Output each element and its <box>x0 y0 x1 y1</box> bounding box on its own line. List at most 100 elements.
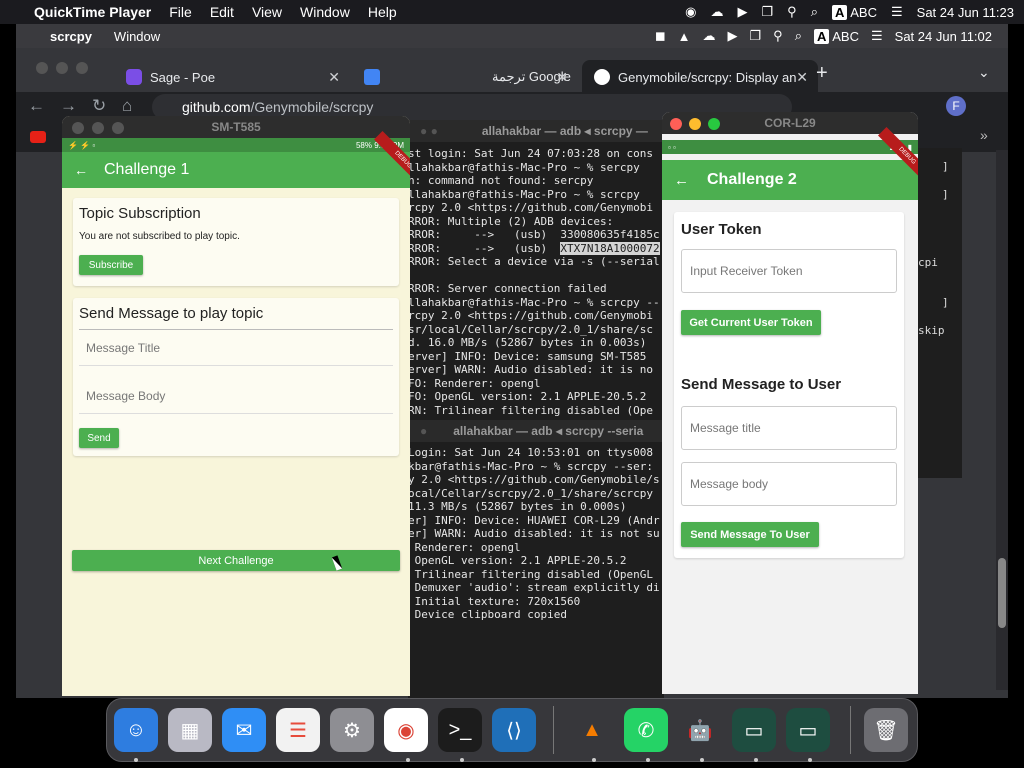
dock-divider <box>850 706 851 754</box>
card-title: Send Message to User <box>681 376 842 393</box>
menu-help[interactable]: Help <box>368 4 397 20</box>
launchpad-icon[interactable]: ▦ <box>168 708 212 752</box>
terminal-line: h: command not found: sercpy <box>408 174 594 187</box>
stop-icon[interactable]: ◼ <box>655 28 666 44</box>
android-status-bar: ▫ ▫▲ ◉ ▮ <box>662 140 918 154</box>
android-studio-icon[interactable]: 🤖 <box>678 708 722 752</box>
page-scrollbar[interactable] <box>996 150 1008 690</box>
terminal-text: ] <box>942 160 949 173</box>
tab-google-translate[interactable]: ترجمة Google ✕ <box>352 60 578 94</box>
back-icon[interactable]: ← <box>28 96 45 116</box>
play-icon[interactable]: ▶ <box>728 28 738 44</box>
vscode-icon[interactable]: ⟨⟩ <box>492 708 536 752</box>
play-icon[interactable]: ▶ <box>738 4 748 20</box>
cloud-icon[interactable]: ☁ <box>703 28 716 44</box>
whatsapp-icon[interactable]: ✆ <box>624 708 668 752</box>
window-zoom-button[interactable] <box>112 122 124 134</box>
send-message-card: Send Message to play topic Message Title… <box>73 298 399 456</box>
scrcpy-icon[interactable]: ▭ <box>732 708 776 752</box>
network-icon[interactable]: ⚲ <box>787 4 797 20</box>
home-icon[interactable]: ⌂ <box>122 96 132 116</box>
search-icon[interactable]: ⌕ <box>795 28 802 44</box>
terminal-line: RROR: Select a device via -s (--serial <box>408 255 660 268</box>
window-close-button[interactable] <box>670 118 682 130</box>
macos-menubar: QuickTime Player File Edit View Window H… <box>0 0 1024 24</box>
terminal-line: Demuxer 'audio': stream explicitly di <box>408 581 660 594</box>
menu-file[interactable]: File <box>169 4 192 20</box>
vlc-icon[interactable]: ▲ <box>570 708 614 752</box>
message-title-input[interactable]: Message Title <box>79 330 393 366</box>
reload-icon[interactable]: ↻ <box>92 96 106 116</box>
scrcpy-icon[interactable]: ▭ <box>786 708 830 752</box>
tab-sage-poe[interactable]: Sage - Poe ✕ <box>114 60 350 94</box>
youtube-icon[interactable] <box>30 131 46 143</box>
menu-window[interactable]: Window <box>114 29 160 44</box>
close-icon[interactable]: ✕ <box>556 69 568 86</box>
terminal-line: ocal/Cellar/scrcpy/2.0_1/share/scrcpy <box>408 486 654 500</box>
back-arrow-icon[interactable]: ← <box>74 162 88 178</box>
tab-label: Sage - Poe <box>150 69 216 85</box>
translate-icon <box>364 69 380 85</box>
menu-window[interactable]: Window <box>300 4 350 20</box>
dock-running-indicator <box>134 758 138 762</box>
system-settings-icon[interactable]: ⚙ <box>330 708 374 752</box>
window-minimize-button[interactable] <box>689 118 701 130</box>
clock[interactable]: Sat 24 Jun 11:23 <box>917 5 1014 20</box>
menubar-app-name[interactable]: scrcpy <box>50 29 92 44</box>
menubar-app-name[interactable]: QuickTime Player <box>34 4 151 20</box>
back-arrow-icon[interactable]: ← <box>674 172 689 189</box>
new-tab-button[interactable]: + <box>816 62 828 85</box>
trash-icon[interactable]: 🗑 <box>864 708 908 752</box>
receiver-token-input[interactable]: Input Receiver Token <box>681 249 897 293</box>
github-icon <box>594 69 610 85</box>
menubar-status-area: ◉ ☁ ▶ ❐ ⚲ ⌕ A ABC ☰ Sat 24 Jun 11:23 <box>685 0 1014 24</box>
tab-strip: Sage - Poe ✕ ترجمة Google ✕ Genymobile/s… <box>16 52 1008 94</box>
card-title: Topic Subscription <box>79 205 201 222</box>
message-body-input[interactable]: Message Body <box>79 378 393 414</box>
window-minimize-button[interactable] <box>92 122 104 134</box>
next-challenge-button[interactable]: Next Challenge <box>72 550 400 571</box>
menu-edit[interactable]: Edit <box>210 4 234 20</box>
tab-github-scrcpy[interactable]: Genymobile/scrcpy: Display an ✕ <box>582 60 818 94</box>
control-center-icon[interactable]: ☰ <box>891 4 903 20</box>
finder-icon[interactable]: ☺ <box>114 708 158 752</box>
input-source-icon[interactable]: A ABC <box>831 4 877 20</box>
reminders-icon[interactable]: ☰ <box>276 708 320 752</box>
terminal-line: d. 16.0 MB/s (52867 bytes in 0.003s) <box>408 336 647 349</box>
window-zoom-button[interactable] <box>708 118 720 130</box>
send-button[interactable]: Send <box>79 428 119 448</box>
terminal-titlebar-1: ● ● allahakbar — adb ◂ scrcpy — <box>408 120 664 142</box>
tab-search-icon[interactable]: ⌄ <box>978 64 990 81</box>
record-icon[interactable]: ◉ <box>685 4 696 20</box>
clock[interactable]: Sat 24 Jun 11:02 <box>895 29 992 44</box>
terminal-line: Initial texture: 720x1560 <box>408 594 581 608</box>
send-message-to-user-button[interactable]: Send Message To User <box>681 522 819 547</box>
chrome-icon[interactable]: ◉ <box>384 708 428 752</box>
screens-icon[interactable]: ❐ <box>750 28 762 44</box>
subscribe-button[interactable]: Subscribe <box>79 255 143 275</box>
search-icon[interactable]: ⌕ <box>811 4 818 20</box>
more-bookmarks-icon[interactable]: » <box>980 127 988 143</box>
mail-icon[interactable]: ✉ <box>222 708 266 752</box>
screens-icon[interactable]: ❐ <box>762 4 774 20</box>
cloud-icon[interactable]: ☁ <box>711 4 724 20</box>
get-current-user-token-button[interactable]: Get Current User Token <box>681 310 821 335</box>
message-body-input[interactable]: Message body <box>681 462 897 506</box>
terminal-line: Trilinear filtering disabled (OpenGL <box>408 567 654 581</box>
terminal-line: Device clipboard copied <box>408 608 567 621</box>
close-icon[interactable]: ✕ <box>796 69 808 86</box>
terminal-icon[interactable]: >_ <box>438 708 482 752</box>
window-close-button[interactable] <box>72 122 84 134</box>
control-center-icon[interactable]: ☰ <box>871 28 883 44</box>
app-bar: ← Challenge 1 <box>62 152 410 188</box>
close-icon[interactable]: ✕ <box>328 69 340 86</box>
menu-view[interactable]: View <box>252 4 282 20</box>
forward-icon[interactable]: → <box>60 96 77 116</box>
message-title-input[interactable]: Message title <box>681 406 897 450</box>
vlc-icon[interactable]: ▲ <box>678 29 691 44</box>
profile-avatar[interactable]: F <box>946 96 966 116</box>
network-icon[interactable]: ⚲ <box>773 28 783 44</box>
terminal-line: rcpy 2.0 <https://github.com/Genymobi <box>408 201 654 214</box>
device-window-cor-l29: COR-L29 ▫ ▫▲ ◉ ▮ ← Challenge 2 DEBUG Use… <box>662 112 918 694</box>
input-source-icon[interactable]: A ABC <box>813 28 859 44</box>
